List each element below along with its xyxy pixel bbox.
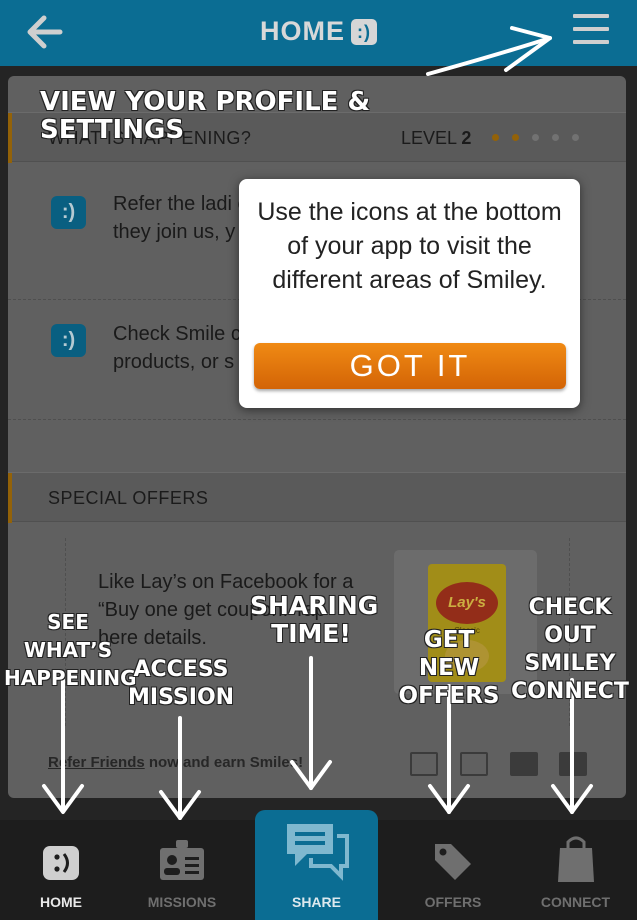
tag-icon — [435, 844, 471, 880]
tab-label: SHARE — [291, 894, 341, 910]
smiley-icon — [43, 846, 79, 880]
chat-bubble-icon — [286, 824, 349, 881]
annotation-happening: SEE WHAT’S HAPPENING — [4, 610, 137, 690]
shopping-bag-icon — [557, 836, 594, 882]
annotation-offers: GET NEW OFFERS — [398, 627, 500, 709]
annotation-connect: CHECK OUT SMILEY CONNECT — [511, 595, 629, 704]
annotation-mission: ACCESS MISSION — [128, 657, 235, 710]
id-badge-icon — [160, 840, 204, 880]
tab-label: OFFERS — [424, 894, 482, 910]
tab-label: CONNECT — [540, 894, 611, 910]
bottom-tab-bar: HOME MISSIONS SHARE OFFERS CONNECT — [0, 810, 637, 920]
tab-offers[interactable]: OFFERS — [392, 820, 514, 920]
tab-home[interactable]: HOME — [0, 820, 122, 920]
tab-connect[interactable]: CONNECT — [514, 820, 637, 920]
tab-label: MISSIONS — [147, 894, 217, 910]
tab-missions[interactable]: MISSIONS — [122, 820, 242, 920]
annotation-profile: VIEW YOUR PROFILE & SETTINGS — [40, 87, 371, 145]
tab-label: HOME — [40, 894, 82, 910]
arrow-to-menu — [426, 36, 552, 76]
annotation-sharing: SHARING TIME! — [250, 591, 379, 648]
tab-share[interactable]: SHARE — [255, 810, 378, 920]
